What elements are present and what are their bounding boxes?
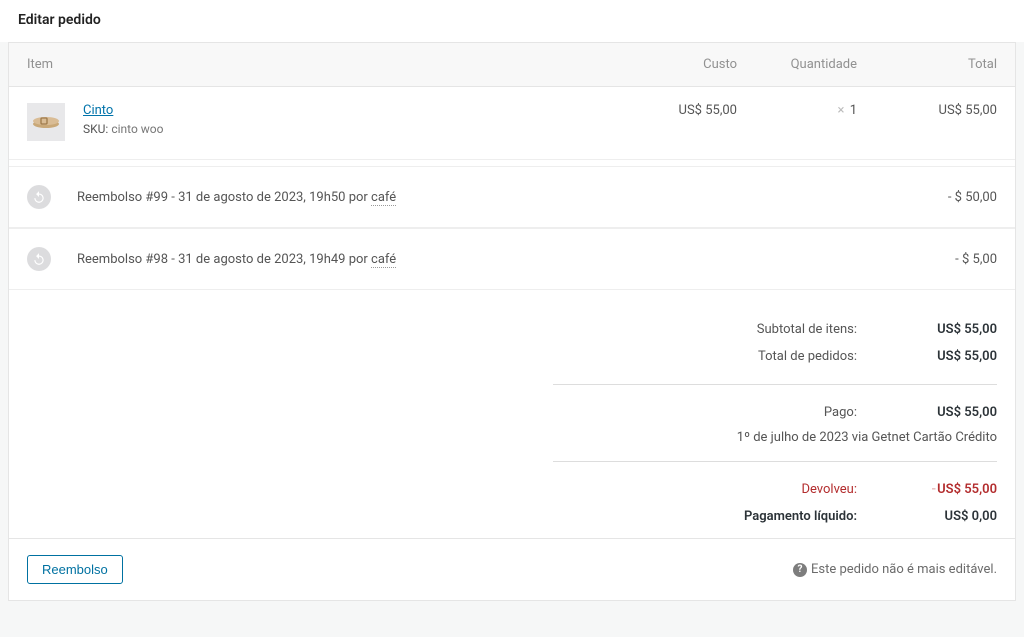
line-item-total: US$ 55,00 bbox=[857, 103, 997, 118]
subtotal-value: US$ 55,00 bbox=[857, 322, 997, 337]
product-thumbnail[interactable] bbox=[27, 103, 65, 141]
help-icon[interactable]: ? bbox=[793, 563, 807, 577]
items-table-header: Item Custo Quantidade Total bbox=[9, 43, 1015, 87]
belt-icon bbox=[31, 114, 61, 130]
header-item: Item bbox=[27, 57, 617, 72]
line-item-row: Cinto SKU: cinto woo US$ 55,00 × 1 US$ 5… bbox=[9, 87, 1015, 160]
returned-value: -US$ 55,00 bbox=[857, 482, 997, 497]
returned-neg: - bbox=[931, 482, 936, 497]
qty-prefix: × bbox=[838, 103, 845, 118]
order-items-panel: Item Custo Quantidade Total Cinto SKU: c… bbox=[8, 42, 1016, 601]
refund-row: Reembolso #99 - 31 de agosto de 2023, 19… bbox=[9, 166, 1015, 228]
refund-author-link[interactable]: café bbox=[371, 190, 396, 206]
order-totals: Subtotal de itens: US$ 55,00 Total de pe… bbox=[9, 290, 1015, 538]
header-cost: Custo bbox=[617, 57, 737, 72]
page-title: Editar pedido bbox=[0, 0, 1024, 42]
returned-amount: US$ 55,00 bbox=[937, 482, 997, 497]
net-value: US$ 0,00 bbox=[857, 509, 997, 524]
refund-author-link[interactable]: café bbox=[371, 252, 396, 268]
order-panel-wrap: Item Custo Quantidade Total Cinto SKU: c… bbox=[0, 42, 1024, 609]
sku-label: SKU: bbox=[83, 122, 108, 136]
header-total: Total bbox=[857, 57, 997, 72]
sku-value: cinto woo bbox=[111, 122, 163, 136]
orders-total-label: Total de pedidos: bbox=[553, 349, 857, 364]
panel-footer: Reembolso ? Este pedido não é mais editá… bbox=[9, 538, 1015, 600]
subtotal-label: Subtotal de itens: bbox=[553, 322, 857, 337]
product-sku: SKU: cinto woo bbox=[83, 122, 617, 136]
refund-text: Reembolso #99 - 31 de agosto de 2023, 19… bbox=[77, 190, 857, 205]
refund-amount: - $ 5,00 bbox=[857, 252, 997, 267]
refund-desc: Reembolso #98 - 31 de agosto de 2023, 19… bbox=[77, 252, 371, 267]
refund-text: Reembolso #98 - 31 de agosto de 2023, 19… bbox=[77, 252, 857, 267]
not-editable-text: Este pedido não é mais editável. bbox=[811, 562, 997, 577]
not-editable-notice: ? Este pedido não é mais editável. bbox=[793, 562, 997, 577]
header-qty: Quantidade bbox=[737, 57, 857, 72]
net-label: Pagamento líquido: bbox=[553, 509, 857, 524]
paid-method: 1º de julho de 2023 via Getnet Cartão Cr… bbox=[553, 426, 997, 447]
line-item-qty: × 1 bbox=[737, 103, 857, 118]
product-name-link[interactable]: Cinto bbox=[83, 103, 113, 118]
returned-label: Devolveu: bbox=[553, 482, 857, 497]
refund-row: Reembolso #98 - 31 de agosto de 2023, 19… bbox=[9, 228, 1015, 290]
refund-icon bbox=[27, 185, 51, 209]
refund-icon bbox=[27, 247, 51, 271]
qty-value: 1 bbox=[850, 103, 857, 118]
refund-amount: - $ 50,00 bbox=[857, 190, 997, 205]
orders-total-value: US$ 55,00 bbox=[857, 349, 997, 364]
paid-label: Pago: bbox=[553, 405, 857, 420]
paid-value: US$ 55,00 bbox=[857, 405, 997, 420]
refund-button[interactable]: Reembolso bbox=[27, 555, 123, 584]
line-item-main: Cinto SKU: cinto woo bbox=[83, 103, 617, 136]
line-item-cost: US$ 55,00 bbox=[617, 103, 737, 118]
refund-desc: Reembolso #99 - 31 de agosto de 2023, 19… bbox=[77, 190, 371, 205]
